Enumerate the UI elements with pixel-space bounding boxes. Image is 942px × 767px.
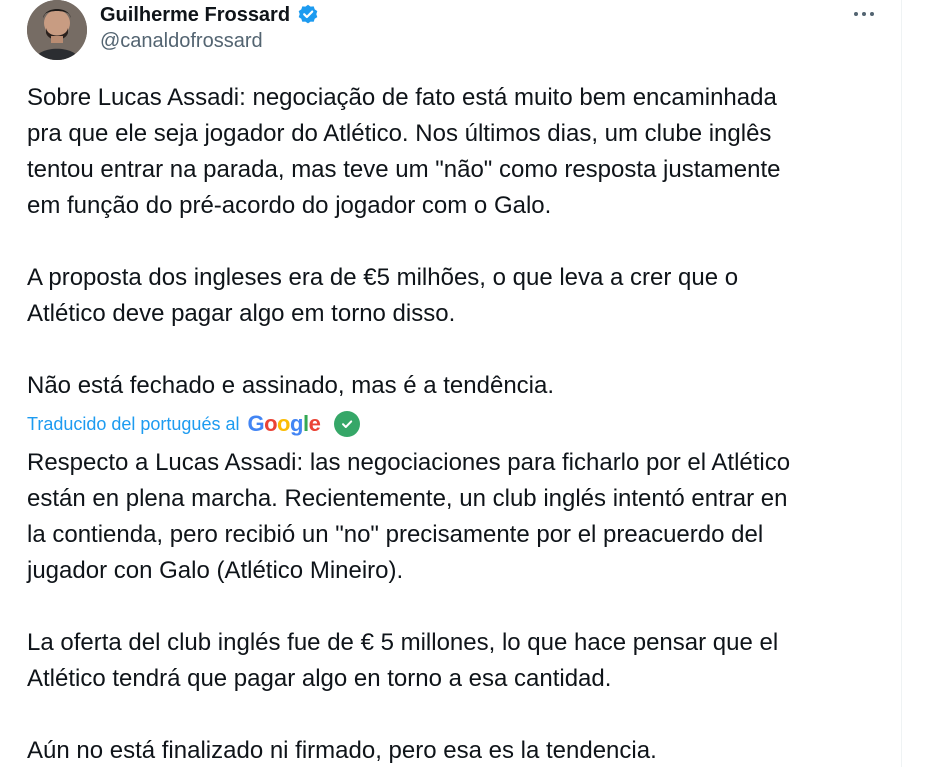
author-avatar[interactable] — [27, 0, 87, 60]
google-logo-icon: Google — [247, 411, 321, 436]
more-dot-icon — [862, 12, 866, 16]
more-dot-icon — [870, 12, 874, 16]
profile-photo-icon — [27, 0, 87, 60]
more-dot-icon — [854, 12, 858, 16]
translation-attribution[interactable]: Traducido del portugués al Google — [27, 410, 361, 438]
tweet-original-text: Sobre Lucas Assadi: negociação de fato e… — [27, 84, 781, 399]
right-divider — [901, 0, 902, 767]
translation-label[interactable]: Traducido del portugués al — [27, 414, 239, 435]
author-handle[interactable]: @canaldofrossard — [100, 30, 880, 53]
tweet-translated-text: Respecto a Lucas Assadi: las negociacion… — [27, 449, 791, 764]
translation-check-icon — [334, 411, 361, 437]
author-name-row: Guilherme Frossard — [100, 2, 880, 28]
author-display-name[interactable]: Guilherme Frossard — [100, 4, 290, 27]
tweet-card: Guilherme Frossard @canaldofrossard Sobr… — [0, 0, 942, 767]
tweet-header: Guilherme Frossard @canaldofrossard — [100, 2, 880, 53]
more-options-icon[interactable] — [850, 6, 878, 22]
verified-badge-icon — [296, 3, 320, 27]
